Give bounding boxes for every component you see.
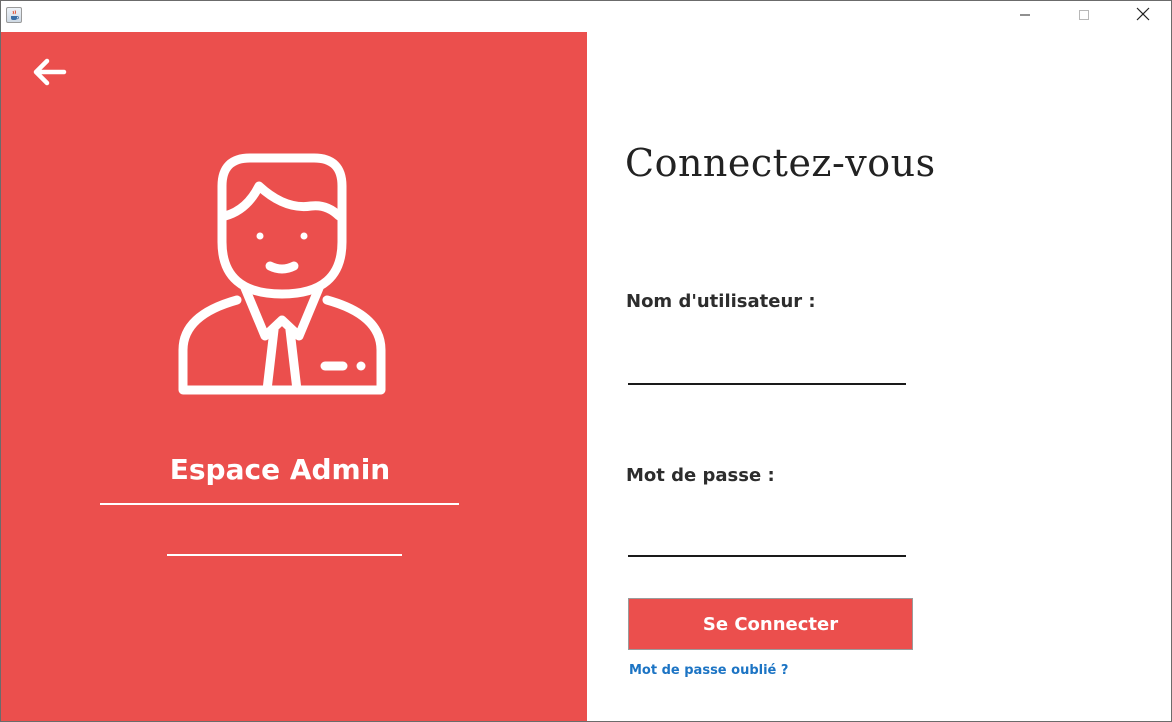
username-label: Nom d'utilisateur : xyxy=(626,291,816,312)
java-app-icon xyxy=(6,7,22,23)
role-title: Espace Admin xyxy=(169,453,391,486)
page-title: Connectez-vous xyxy=(625,141,936,185)
maximize-button[interactable] xyxy=(1061,1,1107,32)
username-field[interactable] xyxy=(628,355,906,385)
password-label: Mot de passe : xyxy=(626,465,775,486)
close-icon xyxy=(1136,7,1150,26)
maximize-icon xyxy=(1078,8,1090,26)
app-window: Espace Admin Connectez-vous Nom d'utilis… xyxy=(0,0,1172,722)
minimize-button[interactable] xyxy=(1002,1,1048,32)
decorative-divider xyxy=(167,554,402,556)
login-button[interactable]: Se Connecter xyxy=(628,598,913,650)
password-field[interactable] xyxy=(628,527,906,557)
close-button[interactable] xyxy=(1120,1,1166,32)
admin-user-icon xyxy=(173,150,391,398)
left-panel: Espace Admin xyxy=(1,32,587,721)
arrow-left-icon xyxy=(31,58,71,92)
title-underline xyxy=(100,503,459,505)
title-bar xyxy=(1,1,1171,32)
back-button[interactable] xyxy=(31,56,71,88)
forgot-password-link[interactable]: Mot de passe oublié ? xyxy=(629,663,788,678)
minimize-icon xyxy=(1019,8,1031,26)
